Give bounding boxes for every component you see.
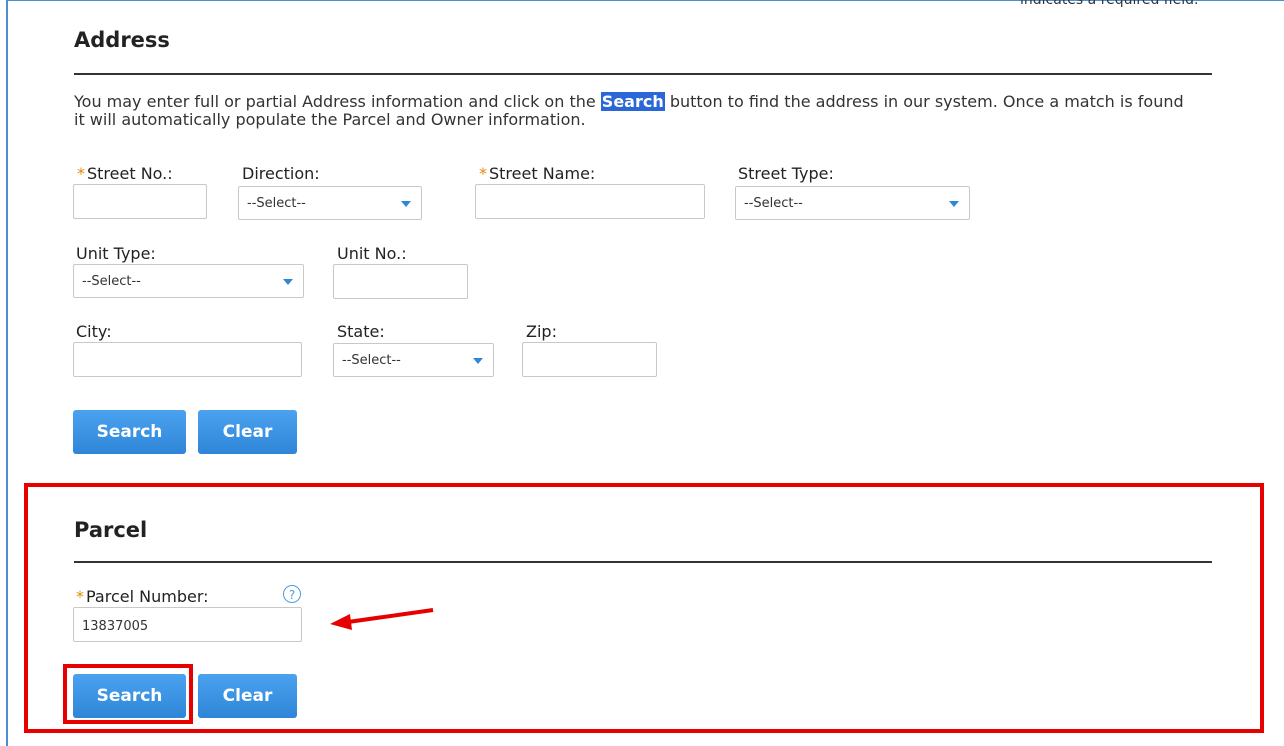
chevron-down-icon — [473, 358, 483, 364]
state-label: State: — [337, 322, 385, 341]
address-search-button[interactable]: Search — [73, 410, 186, 454]
parcel-number-label: * Parcel Number: — [76, 587, 209, 606]
zip-label: Zip: — [526, 322, 557, 341]
search-highlight: Search — [600, 92, 665, 111]
unit-no-label: Unit No.: — [337, 244, 407, 263]
direction-label: Direction: — [242, 164, 320, 183]
required-marker: * — [77, 164, 85, 183]
chevron-down-icon — [283, 279, 293, 285]
required-note: indicates a required field. — [1020, 0, 1199, 8]
parcel-title: Parcel — [74, 518, 148, 542]
address-divider — [74, 73, 1212, 75]
required-marker: * — [76, 587, 84, 606]
city-input[interactable] — [73, 342, 302, 377]
unit-type-label: Unit Type: — [76, 244, 156, 263]
address-description: You may enter full or partial Address in… — [74, 92, 1184, 129]
direction-select[interactable]: --Select-- — [238, 186, 422, 220]
street-name-label: * Street Name: — [479, 164, 596, 183]
arrow-annotation-icon — [330, 608, 434, 630]
street-type-label: Street Type: — [738, 164, 834, 183]
unit-no-input[interactable] — [333, 264, 468, 299]
zip-input[interactable] — [522, 342, 657, 377]
parcel-divider — [74, 561, 1212, 563]
address-clear-button[interactable]: Clear — [198, 410, 297, 454]
chevron-down-icon — [401, 201, 411, 207]
state-select[interactable]: --Select-- — [333, 343, 494, 377]
help-icon[interactable]: ? — [283, 585, 301, 603]
parcel-search-button[interactable]: Search — [73, 674, 186, 718]
address-title: Address — [74, 28, 170, 52]
chevron-down-icon — [949, 201, 959, 207]
unit-type-select[interactable]: --Select-- — [73, 264, 304, 298]
street-name-input[interactable] — [475, 184, 705, 219]
street-type-select[interactable]: --Select-- — [735, 186, 970, 220]
parcel-number-input[interactable]: 13837005 — [73, 607, 302, 642]
city-label: City: — [76, 322, 112, 341]
parcel-clear-button[interactable]: Clear — [198, 674, 297, 718]
required-marker: * — [479, 164, 487, 183]
street-no-label: * Street No.: — [77, 164, 173, 183]
street-no-input[interactable] — [73, 184, 207, 219]
